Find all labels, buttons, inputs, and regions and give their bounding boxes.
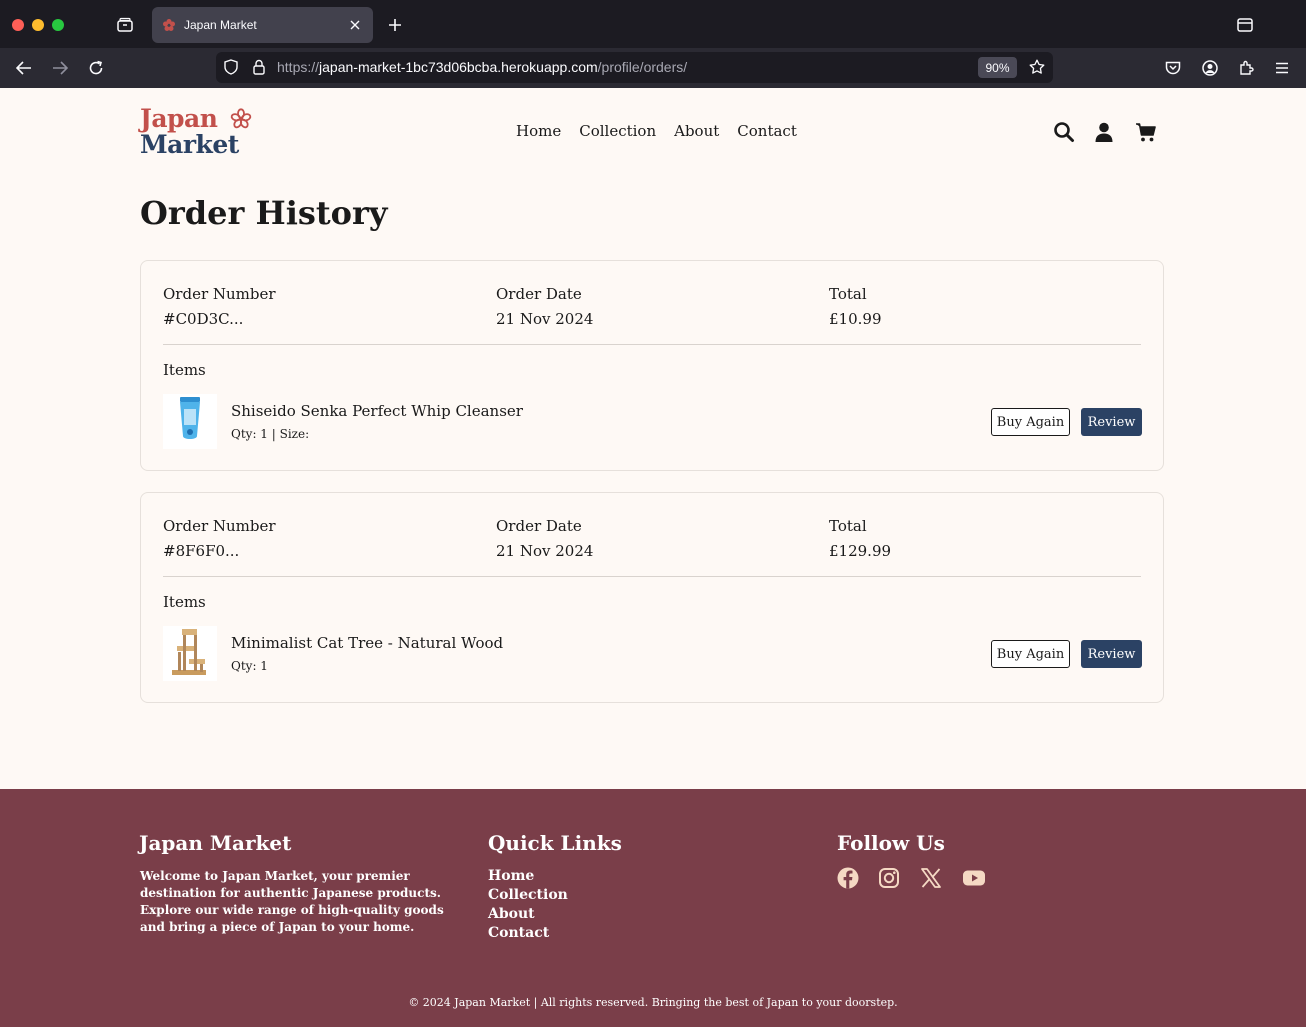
order-number-label: Order Number <box>163 517 276 535</box>
nav-about[interactable]: About <box>674 122 719 140</box>
tab-title: Japan Market <box>184 18 257 32</box>
main-nav: Home Collection About Contact <box>516 122 797 140</box>
footer-about-text: Welcome to Japan Market, your premier de… <box>140 869 444 934</box>
site-footer: Japan Market Welcome to Japan Market, yo… <box>0 789 1306 1027</box>
footer-link-contact[interactable]: Contact <box>488 925 568 942</box>
buy-again-button[interactable]: Buy Again <box>991 640 1070 668</box>
item-name[interactable]: Minimalist Cat Tree - Natural Wood <box>231 634 503 652</box>
order-total-value: £129.99 <box>829 542 892 560</box>
footer-links: Home Collection About Contact <box>488 868 568 942</box>
maximize-window-button[interactable] <box>52 19 64 31</box>
item-quantity: Qty: 1 <box>231 659 268 673</box>
close-window-button[interactable] <box>12 19 24 31</box>
menu-icon[interactable] <box>1271 57 1293 79</box>
window-list-icon[interactable] <box>1235 15 1255 35</box>
footer-follow-heading: Follow Us <box>837 831 945 855</box>
nav-contact[interactable]: Contact <box>737 122 797 140</box>
order-number-value: #C0D3C... <box>163 310 244 328</box>
nav-home[interactable]: Home <box>516 122 561 140</box>
search-icon[interactable] <box>1053 121 1075 143</box>
extensions-icon[interactable] <box>1235 57 1257 79</box>
youtube-icon[interactable] <box>962 866 986 890</box>
facebook-icon[interactable] <box>836 866 860 890</box>
x-icon[interactable] <box>919 866 943 890</box>
footer-link-home[interactable]: Home <box>488 868 568 885</box>
order-date-label: Order Date <box>496 517 582 535</box>
footer-link-about[interactable]: About <box>488 906 568 923</box>
review-button[interactable]: Review <box>1081 640 1142 668</box>
minimize-window-button[interactable] <box>32 19 44 31</box>
cart-icon[interactable] <box>1135 121 1157 143</box>
items-label: Items <box>163 361 206 379</box>
back-arrow-icon[interactable] <box>13 57 35 79</box>
product-thumbnail[interactable] <box>163 394 217 449</box>
order-total-label: Total <box>829 517 867 535</box>
instagram-icon[interactable] <box>877 866 901 890</box>
url-text[interactable]: https://japan-market-1bc73d06bcba.heroku… <box>277 59 687 75</box>
tab-close-icon[interactable] <box>347 17 363 33</box>
site-logo[interactable]: Japan Market <box>140 104 256 160</box>
order-card: Order Number #8F6F0... Order Date 21 Nov… <box>140 492 1164 703</box>
items-label: Items <box>163 593 206 611</box>
pocket-icon[interactable] <box>1162 57 1184 79</box>
zoom-level-badge[interactable]: 90% <box>978 57 1017 78</box>
footer-copyright: © 2024 Japan Market | All rights reserve… <box>408 996 898 1009</box>
footer-link-collection[interactable]: Collection <box>488 887 568 904</box>
sakura-flower-icon <box>230 108 252 129</box>
url-path: /profile/orders/ <box>597 59 688 75</box>
divider <box>163 344 1141 345</box>
reload-icon[interactable] <box>85 57 107 79</box>
footer-brand-heading: Japan Market <box>139 831 292 855</box>
order-card: Order Number #C0D3C... Order Date 21 Nov… <box>140 260 1164 471</box>
order-number-value: #8F6F0... <box>163 542 240 560</box>
nav-collection[interactable]: Collection <box>579 122 656 140</box>
page-title: Order History <box>140 194 388 232</box>
bookmark-star-icon[interactable] <box>1027 57 1047 77</box>
logo-word-japan: Japan <box>140 104 218 133</box>
order-total-label: Total <box>829 285 867 303</box>
new-tab-icon[interactable] <box>385 15 405 35</box>
order-date-value: 21 Nov 2024 <box>496 310 594 328</box>
tab-groups-icon[interactable] <box>114 15 136 35</box>
account-icon[interactable] <box>1199 57 1221 79</box>
user-icon[interactable] <box>1093 121 1115 143</box>
order-date-value: 21 Nov 2024 <box>496 542 594 560</box>
buy-again-button[interactable]: Buy Again <box>991 408 1070 436</box>
shield-icon[interactable] <box>221 57 241 77</box>
url-scheme: https:// <box>277 59 320 75</box>
active-tab[interactable]: Japan Market <box>152 7 373 43</box>
logo-word-market: Market <box>140 130 239 159</box>
forward-arrow-icon[interactable] <box>49 57 71 79</box>
browser-tab-bar: Japan Market <box>0 0 1306 48</box>
lock-icon[interactable] <box>249 57 269 77</box>
footer-quick-links-heading: Quick Links <box>488 831 622 855</box>
item-quantity-size: Qty: 1 | Size: <box>231 427 310 441</box>
divider <box>163 576 1141 577</box>
sakura-favicon-icon <box>163 19 175 31</box>
order-total-value: £10.99 <box>829 310 882 328</box>
review-button[interactable]: Review <box>1081 408 1142 436</box>
product-thumbnail[interactable] <box>163 626 217 681</box>
item-name[interactable]: Shiseido Senka Perfect Whip Cleanser <box>231 402 523 420</box>
order-date-label: Order Date <box>496 285 582 303</box>
order-number-label: Order Number <box>163 285 276 303</box>
url-host: japan-market-1bc73d06bcba.herokuapp.com <box>319 59 598 75</box>
